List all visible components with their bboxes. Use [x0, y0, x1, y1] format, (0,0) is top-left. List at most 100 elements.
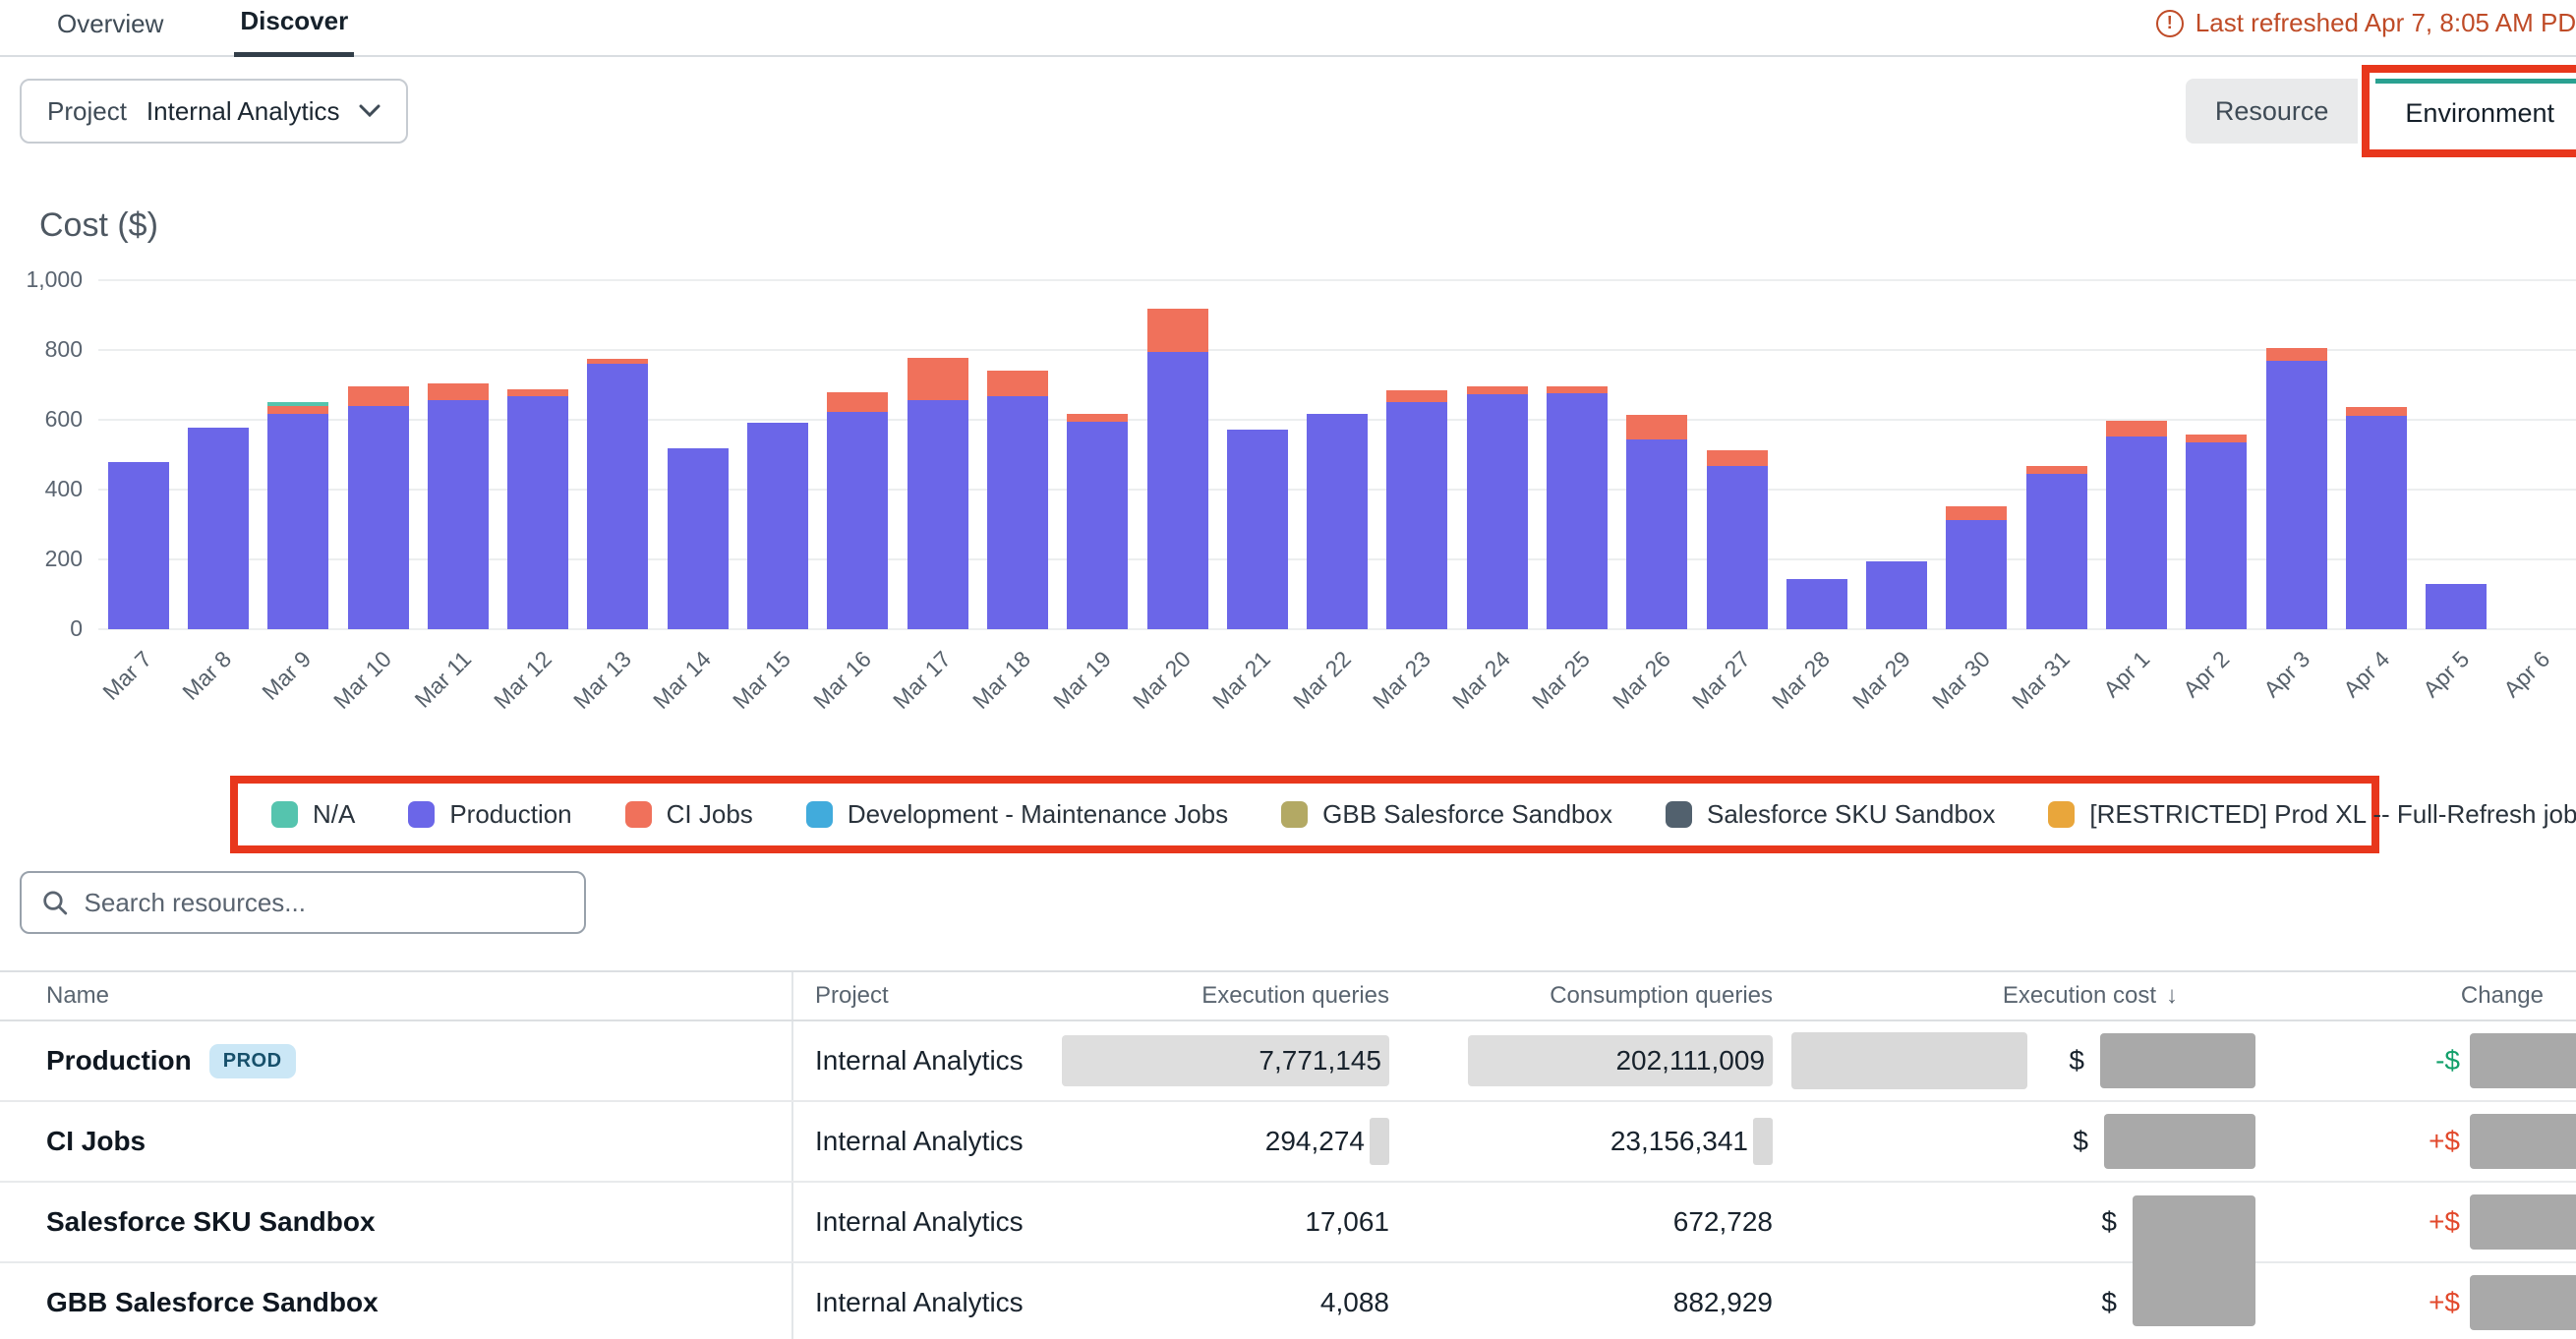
resource-button[interactable]: Resource — [2186, 79, 2359, 144]
bar-apr-5[interactable] — [2417, 280, 2496, 629]
bar-segment-production — [907, 400, 968, 629]
bar-apr-6[interactable] — [2496, 280, 2576, 629]
bar-mar-31[interactable] — [2017, 280, 2096, 629]
legend-item[interactable]: Development - Maintenance Jobs — [806, 799, 1228, 830]
table-row[interactable]: Salesforce SKU SandboxInternal Analytics… — [0, 1183, 2576, 1263]
bar-mar-12[interactable] — [498, 280, 577, 629]
bar-mar-9[interactable] — [259, 280, 338, 629]
table-body: ProductionPRODInternal Analytics7,771,14… — [0, 1021, 2576, 1339]
x-axis-label: Mar 25 — [1527, 646, 1596, 715]
bar-segment-ci-jobs — [987, 371, 1048, 396]
bar-mar-18[interactable] — [977, 280, 1057, 629]
bar-mar-10[interactable] — [338, 280, 418, 629]
bar-stack — [1386, 390, 1447, 629]
bar-mar-30[interactable] — [1937, 280, 2017, 629]
bar-stack — [2186, 435, 2247, 629]
bar-apr-3[interactable] — [2256, 280, 2336, 629]
bar-mar-7[interactable] — [98, 280, 178, 629]
column-header-name[interactable]: Name — [0, 972, 793, 1019]
bar-mar-27[interactable] — [1697, 280, 1777, 629]
legend-item[interactable]: Salesforce SKU Sandbox — [1666, 799, 1995, 830]
bar-stack — [1067, 414, 1128, 629]
bar-mar-15[interactable] — [737, 280, 817, 629]
bar-mar-14[interactable] — [658, 280, 737, 629]
x-axis-label: Apr 4 — [2338, 646, 2395, 703]
x-axis-label: Mar 12 — [489, 646, 557, 715]
legend-swatch-icon — [1666, 801, 1692, 828]
bar-apr-1[interactable] — [2096, 280, 2176, 629]
bar-mar-19[interactable] — [1058, 280, 1138, 629]
legend-item[interactable]: N/A — [271, 799, 355, 830]
y-axis-tick: 400 — [0, 476, 83, 502]
search-input[interactable] — [85, 888, 564, 918]
x-axis-label: Mar 15 — [728, 646, 796, 715]
table-row[interactable]: CI JobsInternal Analytics294,27423,156,3… — [0, 1102, 2576, 1183]
bar-mar-22[interactable] — [1297, 280, 1376, 629]
bar-mar-24[interactable] — [1457, 280, 1537, 629]
table-row[interactable]: ProductionPRODInternal Analytics7,771,14… — [0, 1021, 2576, 1102]
x-axis-label: Mar 20 — [1128, 646, 1197, 715]
legend-item[interactable]: Production — [408, 799, 571, 830]
column-header-change[interactable]: Change — [2271, 972, 2576, 1019]
cell-consumption-queries: 202,111,009 — [1393, 1021, 1777, 1100]
bar-mar-26[interactable] — [1617, 280, 1697, 629]
x-axis-label: Mar 22 — [1287, 646, 1356, 715]
x-axis-label: Mar 23 — [1368, 646, 1436, 715]
bar-mar-20[interactable] — [1138, 280, 1217, 629]
legend-item[interactable]: GBB Salesforce Sandbox — [1281, 799, 1612, 830]
currency-prefix: $ — [2101, 1287, 2117, 1318]
x-axis-slot: Mar 30 — [1937, 634, 2017, 762]
cell-change: -$ — [2271, 1021, 2576, 1100]
annotation-box-environment: Environment — [2362, 65, 2576, 157]
bar-mar-11[interactable] — [418, 280, 498, 629]
bar-segment-ci-jobs — [2186, 435, 2247, 442]
bar-segment-production — [428, 400, 489, 629]
legend-item[interactable]: CI Jobs — [625, 799, 753, 830]
bar-mar-17[interactable] — [898, 280, 977, 629]
column-header-consumption-queries[interactable]: Consumption queries — [1393, 972, 1777, 1019]
bar-mar-29[interactable] — [1857, 280, 1937, 629]
x-axis-slot: Mar 19 — [1058, 634, 1138, 762]
legend-item[interactable]: [RESTRICTED] Prod XL -- Full-Refresh job… — [2048, 799, 2576, 830]
x-axis-slot: Apr 2 — [2177, 634, 2256, 762]
bar-apr-2[interactable] — [2177, 280, 2256, 629]
project-dropdown[interactable]: Project Internal Analytics — [20, 79, 408, 144]
change-prefix: +$ — [2429, 1206, 2460, 1238]
tab-overview[interactable]: Overview — [51, 9, 169, 55]
sort-descending-icon[interactable]: ↓ — [2166, 982, 2178, 1010]
execution-queries-value: 4,088 — [1320, 1287, 1389, 1318]
execution-queries-value: 7,771,145 — [1062, 1035, 1389, 1086]
bar-mar-23[interactable] — [1377, 280, 1457, 629]
tab-discover[interactable]: Discover — [234, 6, 354, 57]
bar-mar-13[interactable] — [578, 280, 658, 629]
column-header-execution-queries[interactable]: Execution queries — [1123, 972, 1393, 1019]
x-axis-slot: Mar 10 — [338, 634, 418, 762]
bar-mar-8[interactable] — [178, 280, 258, 629]
bar-stack — [1866, 561, 1927, 629]
environment-button[interactable]: Environment — [2375, 79, 2576, 144]
resource-name: Salesforce SKU Sandbox — [46, 1206, 376, 1238]
bar-mar-16[interactable] — [818, 280, 898, 629]
bar-mar-25[interactable] — [1537, 280, 1616, 629]
bar-mar-21[interactable] — [1217, 280, 1297, 629]
bar-stack — [1547, 386, 1608, 629]
cell-name: Salesforce SKU Sandbox — [0, 1183, 793, 1261]
x-axis-slot: Mar 24 — [1457, 634, 1537, 762]
x-axis-label: Mar 21 — [1207, 646, 1276, 715]
redacted-block — [2104, 1114, 2255, 1169]
x-axis-slot: Mar 15 — [737, 634, 817, 762]
column-header-project[interactable]: Project — [793, 982, 1123, 1010]
x-axis-slot: Apr 6 — [2496, 634, 2576, 762]
x-axis-label: Mar 16 — [808, 646, 877, 715]
cell-name: CI Jobs — [0, 1102, 793, 1181]
bar-mar-28[interactable] — [1777, 280, 1856, 629]
bar-apr-4[interactable] — [2336, 280, 2416, 629]
bar-stack — [1946, 506, 2007, 629]
bar-stack — [1707, 450, 1768, 629]
currency-prefix: $ — [2073, 1126, 2088, 1157]
change-prefix: +$ — [2429, 1287, 2460, 1318]
column-header-execution-cost[interactable]: Execution cost ↓ — [1777, 972, 2271, 1019]
chart-bars — [98, 280, 2576, 629]
table-row[interactable]: GBB Salesforce SandboxInternal Analytics… — [0, 1263, 2576, 1339]
bar-stack — [2266, 348, 2327, 629]
